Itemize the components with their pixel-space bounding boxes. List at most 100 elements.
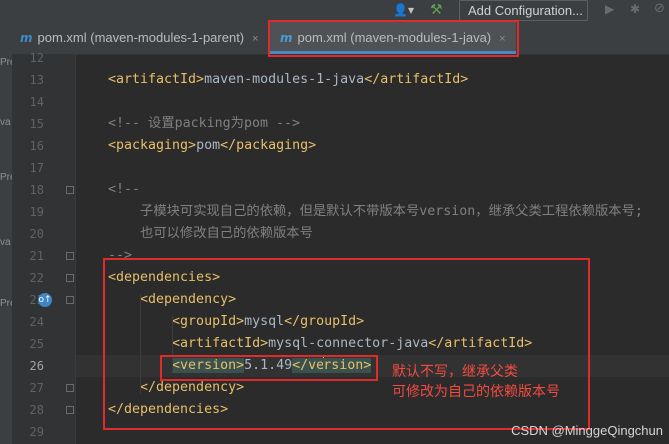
override-gutter-icon[interactable]: o↑: [38, 293, 52, 307]
line-number: 18: [29, 183, 44, 197]
xml-tag: </groupId>: [284, 314, 365, 329]
code-line[interactable]: 21 -->: [30, 245, 669, 267]
xml-text: maven-modules-1-java: [204, 72, 365, 87]
close-icon[interactable]: ×: [252, 33, 258, 45]
code-text: </dependencies>: [108, 399, 228, 421]
xml-comment: <!--: [108, 182, 141, 197]
fold-marker-icon[interactable]: [66, 186, 74, 194]
watermark: CSDN @MinggeQingchun: [511, 423, 663, 438]
line-number: 25: [29, 337, 44, 351]
line-number: 22: [29, 271, 44, 285]
annotation-line-1: 默认不写，继承父类: [392, 364, 518, 380]
code-line[interactable]: 25 <artifactId>mysql-connector-java</art…: [30, 333, 669, 355]
line-number: 19: [29, 205, 44, 219]
add-configuration-button[interactable]: Add Configuration...: [459, 0, 588, 21]
indent-guide: [140, 294, 141, 394]
xml-comment: 也可以修改自己的依赖版本号: [108, 226, 313, 241]
maven-file-icon: m: [20, 31, 33, 45]
project-panel-edge: Pre va Pre va Pre: [0, 54, 16, 444]
line-number: 12: [29, 51, 44, 65]
xml-comment: -->: [108, 248, 133, 263]
code-text: </dependency>: [108, 377, 244, 399]
line-number: 17: [29, 161, 44, 175]
fold-marker-icon[interactable]: [66, 296, 74, 304]
code-line[interactable]: 20 也可以修改自己的依赖版本号: [30, 223, 669, 245]
xml-tag: <dependencies>: [108, 270, 221, 285]
tab-label: pom.xml (maven-modules-1-parent): [37, 30, 245, 45]
xml-tag: </artifactId>: [428, 336, 533, 351]
hammer-icon[interactable]: ⚒: [430, 2, 443, 18]
xml-tag: rsion>: [323, 358, 372, 373]
code-line[interactable]: 19 子模块可实现自己的依赖，但是默认不带版本号version，继承父类工程依赖…: [30, 201, 669, 223]
code-text: 子模块可实现自己的依赖，但是默认不带版本号version，继承父类工程依赖版本号…: [108, 201, 643, 223]
code-line[interactable]: 15 <!-- 设置packing为pom -->: [30, 113, 669, 135]
close-icon[interactable]: ×: [499, 33, 505, 45]
code-line[interactable]: 28 </dependencies>: [30, 399, 669, 421]
code-text: <version>5.1.49</version>: [108, 355, 372, 377]
toolbar: 👤▾ ⚒ Add Configuration... ▶ ✱ ⊘: [0, 0, 669, 22]
user-icon[interactable]: 👤▾: [393, 3, 414, 17]
code-line[interactable]: 27 </dependency>: [30, 377, 669, 399]
code-line[interactable]: 26 <version>5.1.49</version>: [30, 355, 669, 377]
xml-tag: <packaging>: [108, 138, 197, 153]
line-number: 27: [29, 381, 44, 395]
maven-file-icon: m: [280, 31, 293, 45]
code-line[interactable]: 18 <!--: [30, 179, 669, 201]
tab-label: pom.xml (maven-modules-1-java): [297, 30, 492, 45]
side-label: va: [0, 117, 11, 128]
code-text: <groupId>mysql</groupId>: [108, 311, 364, 333]
code-line[interactable]: 17: [30, 157, 669, 179]
xml-tag: </dependencies>: [108, 402, 229, 417]
code-editor[interactable]: 12 13 <artifactId>maven-modules-1-java</ar…: [30, 51, 669, 444]
code-text: <dependencies>: [108, 267, 220, 289]
side-label: va: [0, 237, 11, 248]
code-text: <!-- 设置packing为pom -->: [108, 113, 300, 135]
line-number: 16: [29, 139, 44, 153]
line-number: 24: [29, 315, 44, 329]
code-text: <artifactId>maven-modules-1-java</artifa…: [108, 69, 468, 91]
xml-tag: <artifactId>: [108, 336, 269, 351]
code-text: 也可以修改自己的依赖版本号: [108, 223, 313, 245]
more-icon[interactable]: ⊘: [654, 1, 665, 16]
xml-tag: </packaging>: [220, 138, 317, 153]
xml-comment: <!-- 设置packing为pom -->: [108, 116, 300, 131]
xml-tag: <version>: [172, 358, 245, 373]
xml-text: mysql: [244, 314, 285, 329]
line-number: 13: [29, 73, 44, 87]
xml-text: pom: [196, 138, 221, 153]
code-line[interactable]: 12: [30, 47, 669, 69]
xml-tag: <artifactId>: [108, 72, 205, 87]
xml-text: 5.1.49: [244, 358, 293, 373]
run-icon[interactable]: ▶: [605, 2, 614, 16]
code-text: <!--: [108, 179, 140, 201]
fold-marker-icon[interactable]: [66, 406, 74, 414]
debug-icon[interactable]: ✱: [630, 2, 640, 16]
xml-tag: <groupId>: [108, 314, 245, 329]
code-line[interactable]: 24 <groupId>mysql</groupId>: [30, 311, 669, 333]
code-line[interactable]: 13 <artifactId>maven-modules-1-java</arti…: [30, 69, 669, 91]
xml-tag: </dependency>: [108, 380, 245, 395]
code-line[interactable]: 14: [30, 91, 669, 113]
code-line[interactable]: 16 <packaging>pom</packaging>: [30, 135, 669, 157]
xml-tag: </ve: [292, 358, 325, 373]
annotation-line-2: 可修改为自己的依赖版本号: [392, 384, 560, 400]
line-number: 29: [29, 425, 44, 439]
code-line[interactable]: 22 <dependencies>: [30, 267, 669, 289]
line-number: 26: [29, 359, 44, 373]
xml-tag: <dependency>: [108, 292, 237, 307]
line-number: 28: [29, 403, 44, 417]
line-number: 15: [29, 117, 44, 131]
fold-marker-icon[interactable]: [66, 384, 74, 392]
code-text: -->: [108, 245, 132, 267]
fold-marker-icon[interactable]: [66, 252, 74, 260]
code-line[interactable]: 23 <dependency>: [30, 289, 669, 311]
line-number: 20: [29, 227, 44, 241]
xml-comment: 子模块可实现自己的依赖，但是默认不带版本号version，继承父类工程依赖版本号…: [108, 204, 643, 219]
fold-marker-icon[interactable]: [66, 274, 74, 282]
code-text: <packaging>pom</packaging>: [108, 135, 316, 157]
line-number: 21: [29, 249, 44, 263]
xml-tag: </artifactId>: [364, 72, 469, 87]
indent-guide: [172, 316, 173, 372]
line-number: 14: [29, 95, 44, 109]
code-text: <dependency>: [108, 289, 236, 311]
